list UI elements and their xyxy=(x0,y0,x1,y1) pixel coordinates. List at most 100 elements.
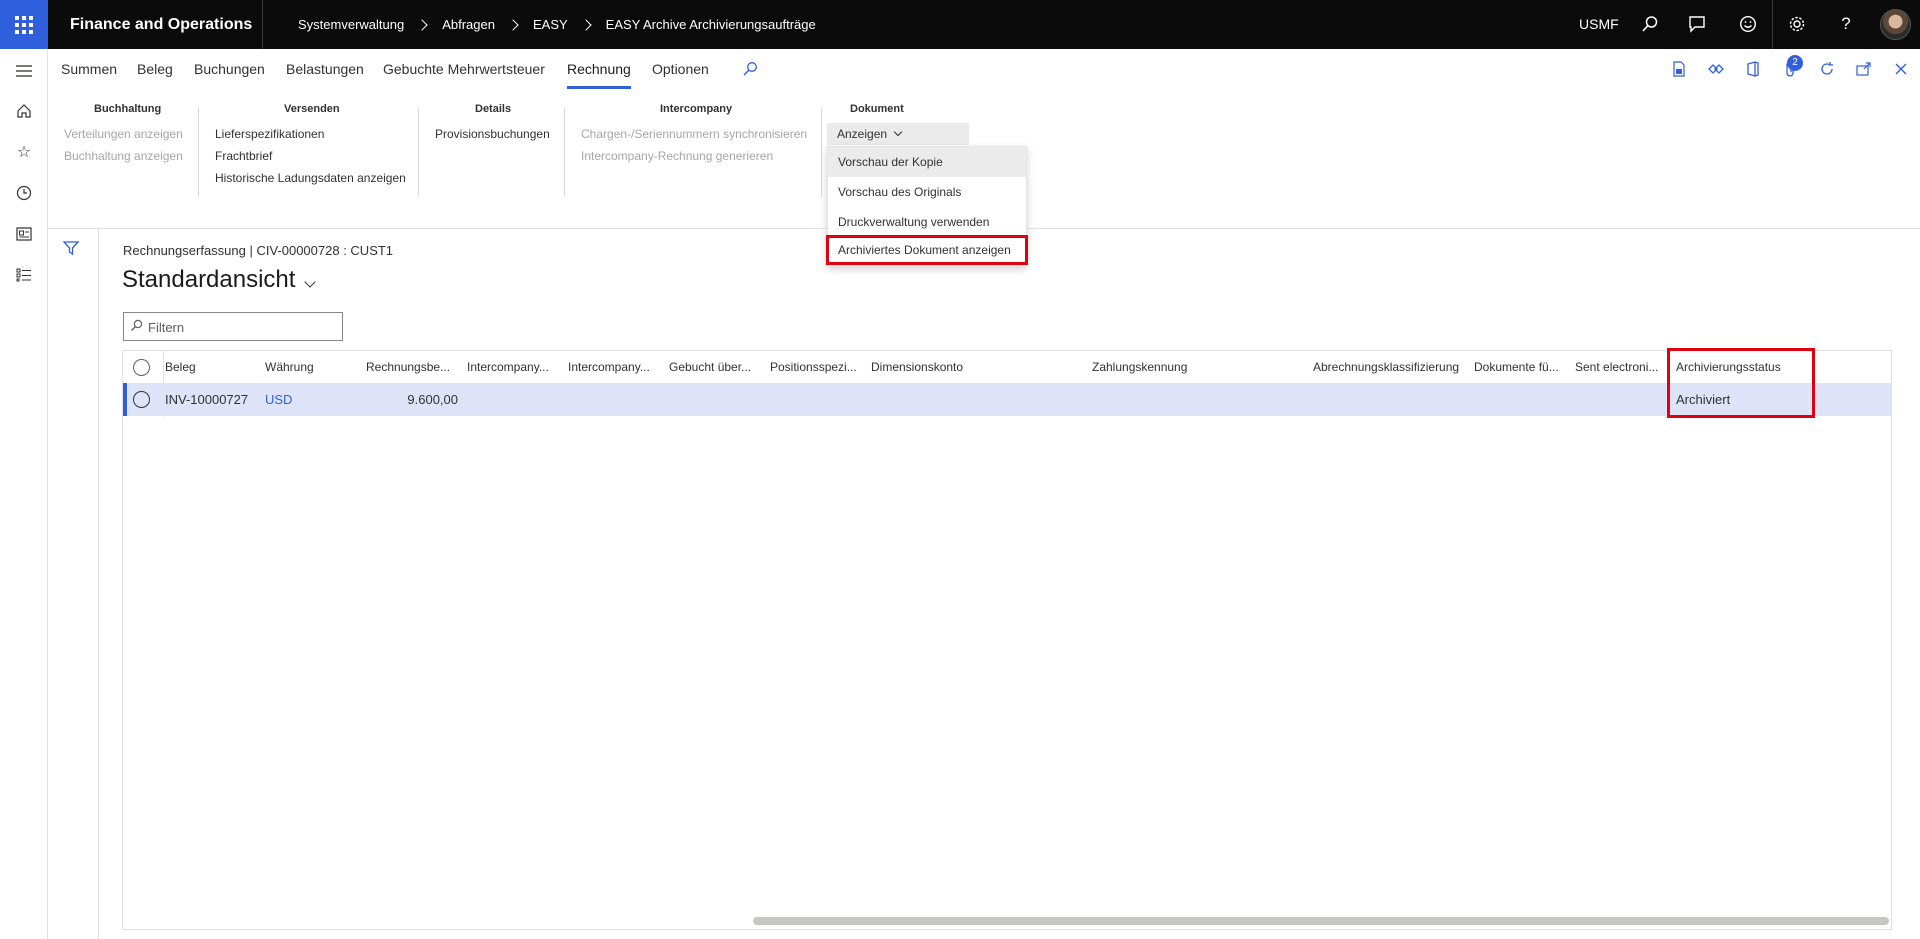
tab-rechnung[interactable]: Rechnung xyxy=(567,49,631,89)
anzeigen-dropdown-menu: Vorschau der Kopie Vorschau des Original… xyxy=(826,146,1028,266)
row-selected-indicator xyxy=(123,383,127,416)
tab-buchungen[interactable]: Buchungen xyxy=(194,49,265,89)
action-pane-tabs: Summen Beleg Buchungen Belastungen Gebuc… xyxy=(48,49,1920,89)
menu-item-vorschau-kopie[interactable]: Vorschau der Kopie xyxy=(828,147,1026,177)
horizontal-scrollbar[interactable] xyxy=(753,917,1889,925)
column-header-rechnungsbetrag[interactable]: Rechnungsbe... xyxy=(366,351,451,383)
chevron-right-icon xyxy=(416,18,428,31)
filter-icon[interactable] xyxy=(62,239,82,259)
waffle-icon xyxy=(15,15,33,34)
search-icon[interactable] xyxy=(1638,12,1662,36)
breadcrumb: Systemverwaltung Abfragen EASY EASY Arch… xyxy=(298,0,816,49)
divider xyxy=(262,0,263,49)
divider xyxy=(821,107,822,197)
provisionsbuchungen-button[interactable]: Provisionsbuchungen xyxy=(435,127,550,141)
column-header-abrechnungsklassifizierung[interactable]: Abrechnungsklassifizierung xyxy=(1313,351,1473,383)
data-grid: Beleg Währung Rechnungsbe... Intercompan… xyxy=(122,348,1892,930)
refresh-icon[interactable] xyxy=(1815,57,1839,81)
workspaces-icon[interactable] xyxy=(12,222,36,246)
star-favorites-icon[interactable]: ☆ xyxy=(12,140,36,164)
tab-belastungen[interactable]: Belastungen xyxy=(286,49,364,89)
select-all-radio[interactable] xyxy=(133,359,150,376)
lieferspezifikationen-button[interactable]: Lieferspezifikationen xyxy=(215,127,324,141)
cell-beleg[interactable]: INV-10000727 xyxy=(165,383,248,416)
top-app-bar: Finance and Operations Systemverwaltung … xyxy=(0,0,1920,49)
hamburger-menu-icon[interactable] xyxy=(12,59,36,83)
verteilungen-anzeigen-button[interactable]: Verteilungen anzeigen xyxy=(64,127,183,141)
cell-rechnungsbetrag[interactable]: 9.600,00 xyxy=(366,383,458,416)
filter-input-box xyxy=(123,312,343,341)
tab-optionen[interactable]: Optionen xyxy=(652,49,709,89)
home-icon[interactable] xyxy=(12,99,36,123)
filter-input[interactable] xyxy=(148,317,338,337)
open-new-window-icon[interactable] xyxy=(1852,57,1876,81)
modules-list-icon[interactable] xyxy=(12,263,36,287)
smiley-feedback-icon[interactable] xyxy=(1736,12,1760,36)
chevron-down-icon xyxy=(893,127,903,137)
table-row[interactable]: INV-10000727 USD 9.600,00 Archiviert xyxy=(123,383,1891,416)
frachtbrief-button[interactable]: Frachtbrief xyxy=(215,149,272,163)
divider xyxy=(98,229,99,939)
navigation-rail: ☆ xyxy=(0,49,48,939)
divider xyxy=(198,107,199,197)
search-icon xyxy=(130,319,143,335)
group-title-dokument: Dokument xyxy=(850,103,904,115)
column-header-positionsspezifisch[interactable]: Positionsspezi... xyxy=(770,351,860,383)
grid-header: Beleg Währung Rechnungsbe... Intercompan… xyxy=(123,351,1891,383)
column-header-dokumente[interactable]: Dokumente fü... xyxy=(1474,351,1564,383)
row-select-radio[interactable] xyxy=(133,391,150,408)
column-header-sent-electronically[interactable]: Sent electroni... xyxy=(1575,351,1663,383)
view-selector[interactable]: Standardansicht xyxy=(122,266,295,294)
menu-item-vorschau-original[interactable]: Vorschau des Originals xyxy=(828,177,1026,207)
app-launcher-button[interactable] xyxy=(0,0,48,49)
column-header-dimensionskonto[interactable]: Dimensionskonto xyxy=(871,351,1071,383)
chevron-down-icon[interactable] xyxy=(304,276,316,288)
search-icon[interactable] xyxy=(738,57,762,81)
gear-icon[interactable] xyxy=(1785,12,1809,36)
office-document-icon[interactable] xyxy=(1667,57,1691,81)
notification-badge: 2 xyxy=(1787,55,1803,71)
menu-item-archiviertes-dokument-anzeigen[interactable]: Archiviertes Dokument anzeigen xyxy=(826,235,1028,265)
buchhaltung-anzeigen-button[interactable]: Buchhaltung anzeigen xyxy=(64,149,183,163)
office-icon[interactable] xyxy=(1741,57,1765,81)
breadcrumb-item-archive[interactable]: EASY Archive Archivierungsaufträge xyxy=(606,17,816,32)
close-icon[interactable] xyxy=(1889,57,1913,81)
breadcrumb-item-systemverwaltung[interactable]: Systemverwaltung xyxy=(298,17,404,32)
column-header-intercompany-1[interactable]: Intercompany... xyxy=(467,351,557,383)
highlight-box xyxy=(1667,348,1815,418)
help-icon[interactable]: ? xyxy=(1834,12,1858,36)
column-header-intercompany-2[interactable]: Intercompany... xyxy=(568,351,658,383)
message-icon[interactable] xyxy=(1685,12,1709,36)
column-header-zahlungskennung[interactable]: Zahlungskennung xyxy=(1092,351,1292,383)
historische-ladungsdaten-button[interactable]: Historische Ladungsdaten anzeigen xyxy=(215,171,406,185)
tab-beleg[interactable]: Beleg xyxy=(137,49,173,89)
chargen-seriennummern-synchronisieren-button[interactable]: Chargen-/Seriennummern synchronisieren xyxy=(581,127,807,141)
tab-gebuchte-mehrwertsteuer[interactable]: Gebuchte Mehrwertsteuer xyxy=(383,49,545,89)
column-header-beleg[interactable]: Beleg xyxy=(165,351,245,383)
column-header-gebucht-ueber[interactable]: Gebucht über... xyxy=(669,351,759,383)
column-header-waehrung[interactable]: Währung xyxy=(265,351,345,383)
clock-recent-icon[interactable] xyxy=(12,181,36,205)
anzeigen-label: Anzeigen xyxy=(837,127,888,141)
anzeigen-dropdown-button[interactable]: Anzeigen xyxy=(827,123,969,145)
tab-summen[interactable]: Summen xyxy=(61,49,117,89)
group-title-details: Details xyxy=(475,103,512,115)
intercompany-rechnung-generieren-button[interactable]: Intercompany-Rechnung generieren xyxy=(581,149,773,163)
menu-item-druckverwaltung[interactable]: Druckverwaltung verwenden xyxy=(828,207,1026,237)
power-apps-icon[interactable] xyxy=(1704,57,1728,81)
divider xyxy=(418,107,419,197)
chevron-right-icon xyxy=(507,18,519,31)
divider xyxy=(1772,0,1773,49)
breadcrumb-item-abfragen[interactable]: Abfragen xyxy=(442,17,495,32)
company-picker[interactable]: USMF xyxy=(1579,0,1619,49)
avatar[interactable] xyxy=(1880,9,1911,40)
chevron-right-icon xyxy=(580,18,592,31)
page-caption: Rechnungserfassung | CIV-00000728 : CUST… xyxy=(123,243,394,258)
app-title[interactable]: Finance and Operations xyxy=(70,0,252,49)
cell-waehrung[interactable]: USD xyxy=(265,383,292,416)
divider xyxy=(564,107,565,197)
group-title-versenden: Versenden xyxy=(284,103,340,115)
breadcrumb-item-easy[interactable]: EASY xyxy=(533,17,568,32)
group-title-buchhaltung: Buchhaltung xyxy=(94,103,162,115)
group-title-intercompany: Intercompany xyxy=(660,103,733,115)
